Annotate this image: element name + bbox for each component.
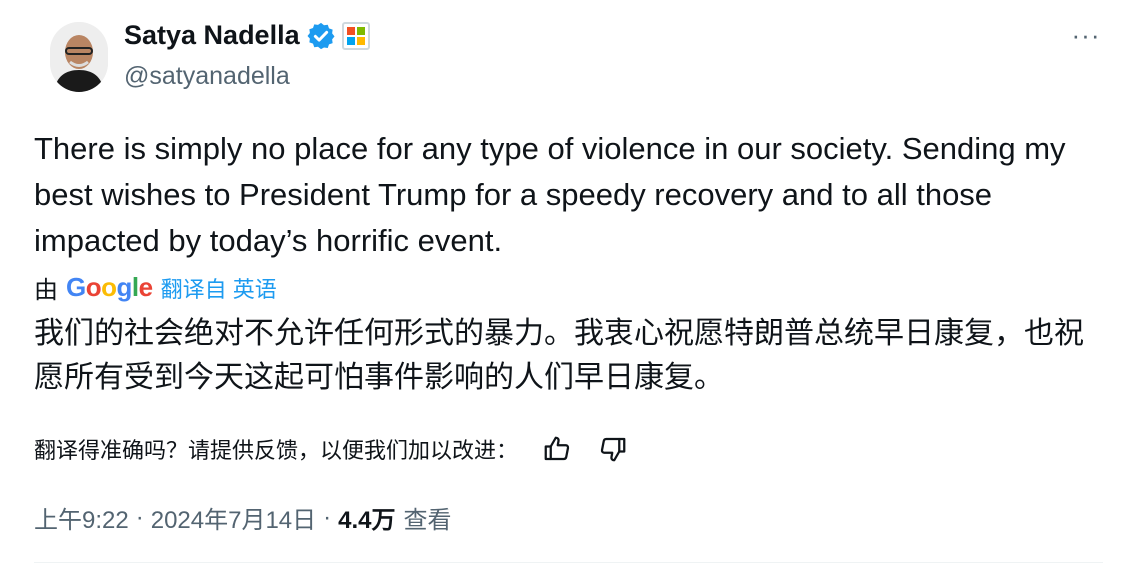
- google-logo: Google: [66, 272, 153, 302]
- translated-text: 我们的社会绝对不允许任何形式的暴力。我衷心祝愿特朗普总统早日康复，也祝愿所有受到…: [34, 317, 1084, 394]
- translated-by-label: 由: [34, 277, 58, 304]
- author-name-row: Satya Nadella: [124, 20, 370, 51]
- tweet-date[interactable]: 2024年7月14日: [151, 500, 316, 535]
- feedback-prompt: 翻译得准确吗？请提供反馈，以便我们加以改进：: [34, 438, 519, 463]
- translation-attribution: 由 Google 翻译自 英语: [34, 270, 277, 305]
- thumbs-up-icon[interactable]: [540, 432, 574, 466]
- verified-badge-icon[interactable]: [306, 21, 336, 51]
- thumbs-down-icon[interactable]: [596, 432, 630, 466]
- avatar[interactable]: [50, 22, 108, 92]
- translated-from-link[interactable]: 翻译自 英语: [161, 272, 277, 304]
- views-label: 查看: [403, 507, 452, 534]
- divider: [34, 562, 1103, 563]
- author-display-name[interactable]: Satya Nadella: [124, 20, 300, 51]
- tweet-meta: 上午9:22 · 2024年7月14日 · 4.4万 查看: [34, 500, 452, 535]
- avatar-portrait: [50, 22, 108, 92]
- affiliate-badge-icon[interactable]: [341, 21, 370, 50]
- tweet-time[interactable]: 上午9:22: [34, 500, 129, 535]
- author-handle[interactable]: @satyanadella: [124, 62, 290, 91]
- meta-separator: ·: [135, 503, 144, 531]
- tweet-text: There is simply no place for any type of…: [34, 131, 1066, 258]
- tweet-card: Satya Nadella @satyanadella ··· There is…: [0, 0, 1125, 567]
- meta-separator: ·: [323, 503, 332, 531]
- more-options-icon[interactable]: ···: [1068, 20, 1104, 50]
- translation-feedback: 翻译得准确吗？请提供反馈，以便我们加以改进：: [34, 432, 630, 466]
- views-count: 4.4万: [338, 507, 396, 534]
